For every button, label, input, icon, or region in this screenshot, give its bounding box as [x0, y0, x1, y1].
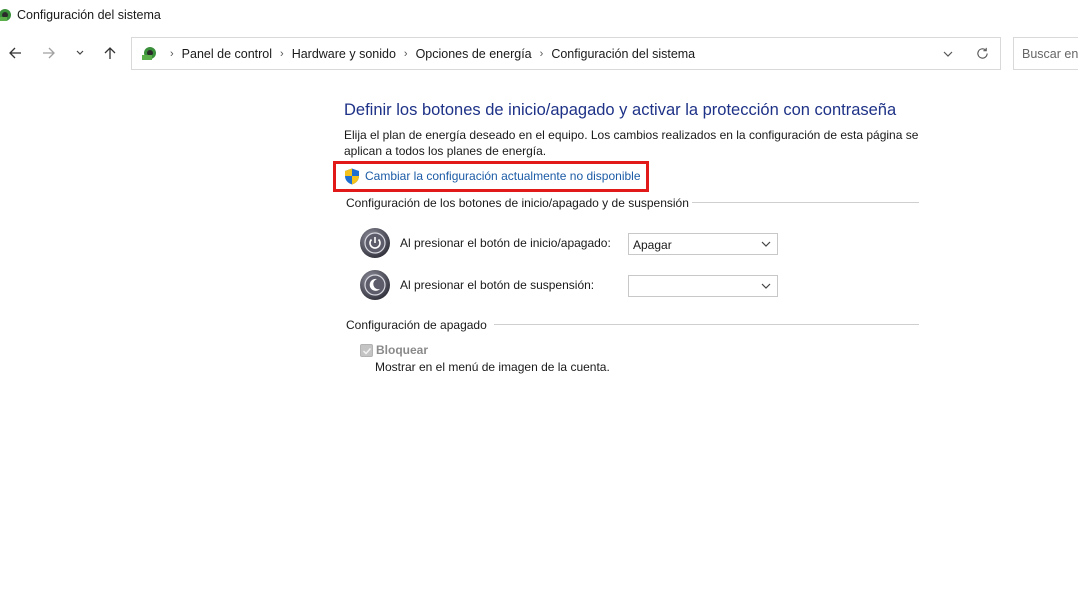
search-box[interactable]	[1013, 37, 1078, 70]
title-bar: Configuración del sistema	[0, 0, 1078, 30]
sleep-button-icon	[360, 270, 390, 300]
breadcrumb-item-system-settings[interactable]: Configuración del sistema	[551, 47, 695, 61]
breadcrumb: › Panel de control › Hardware y sonido ›…	[162, 38, 695, 69]
chevron-down-icon	[761, 241, 771, 247]
chevron-down-icon	[76, 50, 84, 55]
power-button-action-select[interactable]: Apagar	[628, 233, 778, 255]
refresh-icon	[976, 47, 988, 59]
lock-checkbox-label: Bloquear	[376, 343, 429, 357]
section-divider	[692, 202, 919, 203]
page-title: Definir los botones de inicio/apagado y …	[344, 101, 897, 119]
navigation-bar: › Panel de control › Hardware y sonido ›…	[0, 36, 1078, 70]
chevron-right-icon[interactable]: ›	[280, 48, 284, 60]
recent-locations-button[interactable]	[67, 36, 93, 70]
power-button-action-value: Apagar	[633, 238, 672, 252]
chevron-right-icon[interactable]: ›	[540, 48, 544, 60]
shutdown-section-header: Configuración de apagado	[346, 318, 487, 332]
forward-button[interactable]	[36, 36, 62, 70]
back-button[interactable]	[2, 36, 28, 70]
breadcrumb-item-power-options[interactable]: Opciones de energía	[416, 47, 532, 61]
address-bar[interactable]: › Panel de control › Hardware y sonido ›…	[131, 37, 1001, 70]
power-button-icon	[360, 228, 390, 258]
power-button-label: Al presionar el botón de inicio/apagado:	[400, 236, 611, 250]
control-panel-icon	[0, 9, 11, 21]
window-title: Configuración del sistema	[17, 8, 161, 22]
section-title: Configuración de apagado	[346, 318, 487, 332]
section-title: Configuración de los botones de inicio/a…	[346, 196, 689, 210]
change-settings-link[interactable]: Cambiar la configuración actualmente no …	[365, 169, 641, 183]
up-button[interactable]	[97, 36, 123, 70]
uac-shield-icon	[345, 168, 359, 185]
sleep-button-row: Al presionar el botón de suspensión:	[359, 269, 779, 301]
breadcrumb-item-hardware-sound[interactable]: Hardware y sonido	[292, 47, 396, 61]
address-history-button[interactable]	[936, 38, 960, 69]
change-settings-highlight: Cambiar la configuración actualmente no …	[333, 161, 649, 192]
chevron-right-icon: ›	[170, 47, 174, 60]
control-panel-icon	[142, 47, 156, 60]
chevron-down-icon	[943, 51, 953, 57]
breadcrumb-item-control-panel[interactable]: Panel de control	[182, 47, 272, 61]
lock-checkbox-description: Mostrar en el menú de imagen de la cuent…	[375, 360, 610, 374]
chevron-right-icon[interactable]: ›	[404, 48, 408, 60]
arrow-left-icon	[9, 47, 21, 59]
refresh-button[interactable]	[970, 38, 994, 69]
sleep-button-action-select[interactable]	[628, 275, 778, 297]
chevron-down-icon	[761, 283, 771, 289]
arrow-up-icon	[104, 47, 116, 59]
arrow-right-icon	[43, 47, 55, 59]
checkmark-icon	[362, 347, 372, 355]
power-button-row: Al presionar el botón de inicio/apagado:…	[359, 227, 779, 259]
page-description: Elija el plan de energía deseado en el e…	[344, 128, 919, 158]
search-input[interactable]	[1014, 38, 1078, 69]
power-buttons-section-header: Configuración de los botones de inicio/a…	[346, 196, 689, 210]
lock-checkbox[interactable]	[360, 344, 373, 357]
section-divider	[494, 324, 919, 325]
sleep-button-label: Al presionar el botón de suspensión:	[400, 278, 595, 292]
